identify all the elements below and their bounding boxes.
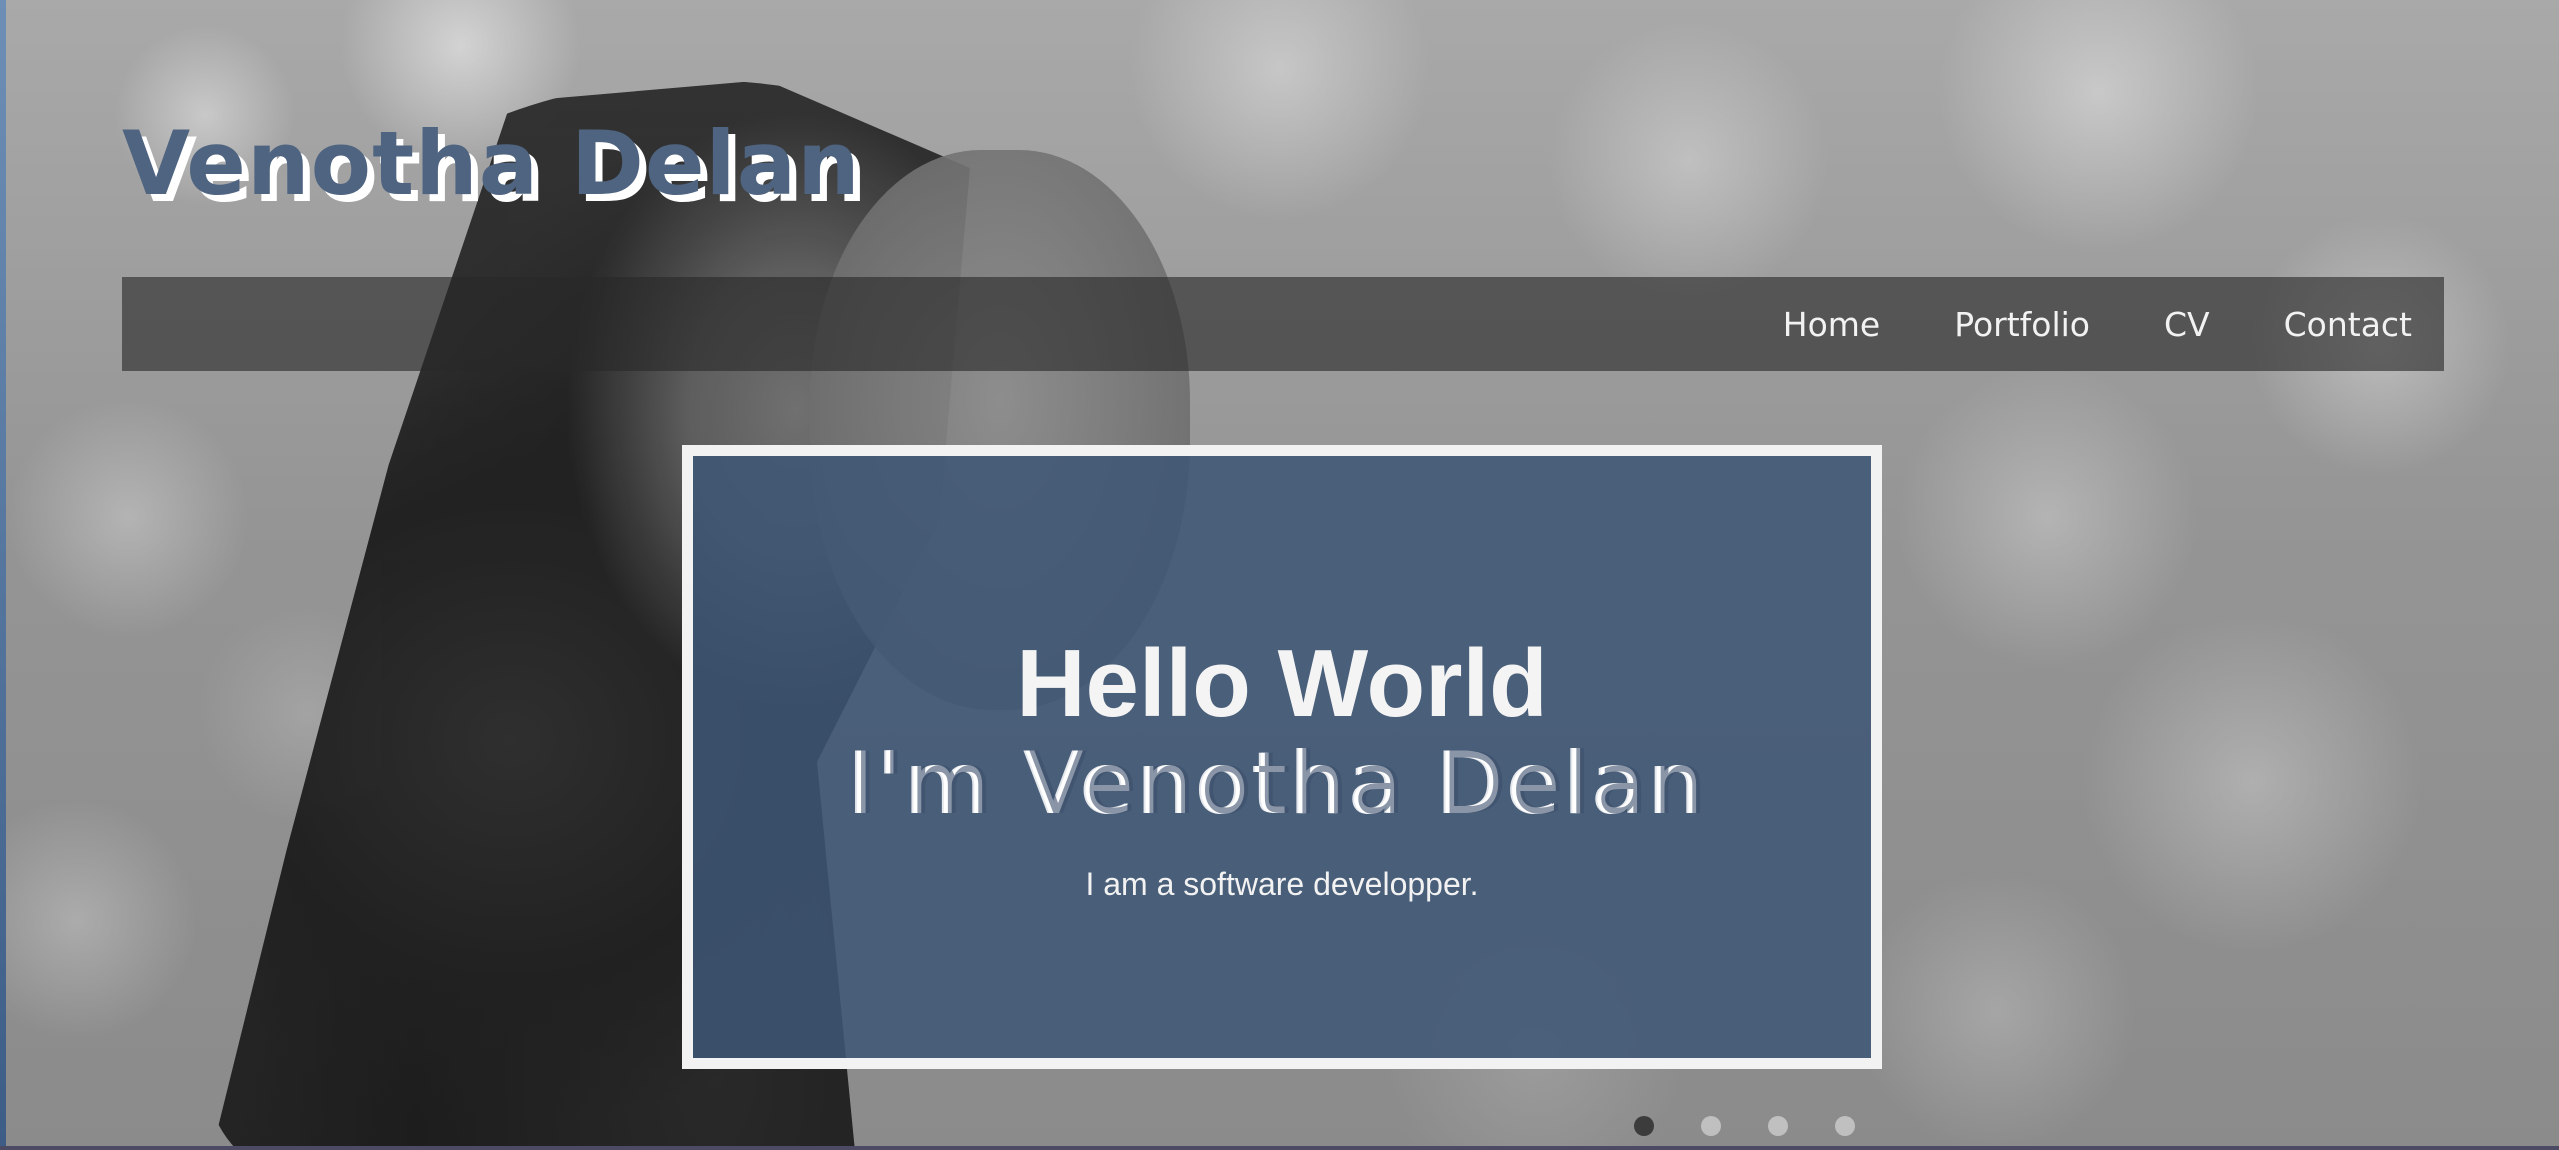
nav-item-portfolio[interactable]: Portfolio (1954, 305, 2090, 344)
carousel-dot-4[interactable] (1835, 1116, 1855, 1136)
nav-item-cv[interactable]: CV (2164, 305, 2210, 344)
nav-item-contact[interactable]: Contact (2284, 305, 2412, 344)
window-edge (0, 0, 6, 1150)
carousel-dot-3[interactable] (1768, 1116, 1788, 1136)
hero-heading: Hello World (1016, 630, 1548, 737)
carousel-indicators (1634, 1116, 1855, 1136)
page: Venotha Delan Home Portfolio CV Contact … (0, 0, 2559, 1150)
carousel-dot-1[interactable] (1634, 1116, 1654, 1136)
carousel-dot-2[interactable] (1701, 1116, 1721, 1136)
main-nav: Home Portfolio CV Contact (122, 277, 2444, 371)
hero-name-line: I'm Venotha Delan (852, 734, 1712, 834)
window-bottom-edge (0, 1146, 2559, 1150)
hero-panel: Hello World I'm Venotha Delan I am a sof… (682, 445, 1882, 1069)
site-title[interactable]: Venotha Delan (122, 112, 861, 215)
nav-item-home[interactable]: Home (1783, 305, 1880, 344)
hero-subtitle: I am a software developper. (1085, 866, 1479, 902)
